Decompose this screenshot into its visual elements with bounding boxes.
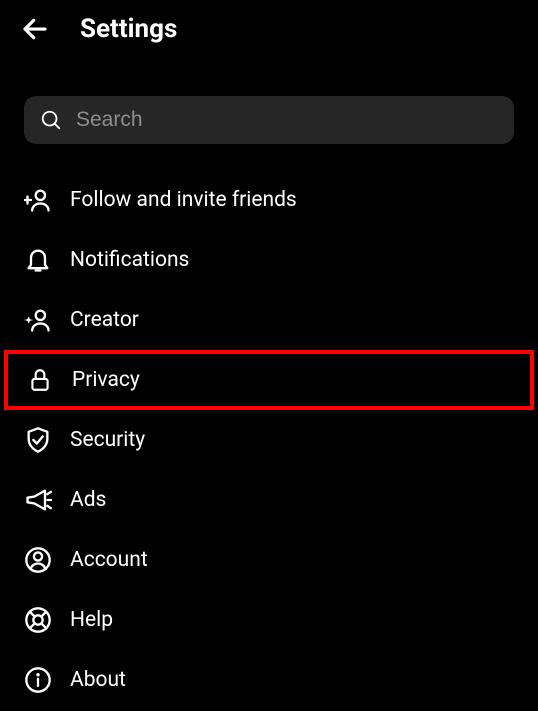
menu-label: Account (70, 548, 148, 572)
help-icon (24, 606, 52, 634)
menu-item-security[interactable]: Security (0, 410, 538, 470)
invite-friends-icon (24, 186, 52, 214)
menu-label: About (70, 668, 126, 692)
menu-label: Notifications (70, 248, 189, 272)
search-box[interactable] (24, 96, 514, 144)
creator-icon (24, 306, 52, 334)
search-icon (40, 109, 62, 131)
menu-label: Privacy (72, 368, 140, 392)
arrow-left-icon (20, 14, 50, 44)
megaphone-icon (24, 486, 52, 514)
bell-icon (24, 246, 52, 274)
menu-item-privacy[interactable]: Privacy (4, 350, 534, 410)
account-icon (24, 546, 52, 574)
menu-item-creator[interactable]: Creator (0, 290, 538, 350)
menu-item-help[interactable]: Help (0, 590, 538, 650)
info-icon (24, 666, 52, 694)
back-button[interactable] (20, 14, 50, 44)
menu-item-ads[interactable]: Ads (0, 470, 538, 530)
menu-label: Creator (70, 308, 139, 332)
menu-item-notifications[interactable]: Notifications (0, 230, 538, 290)
page-title: Settings (80, 14, 177, 44)
menu-item-follow-invite[interactable]: Follow and invite friends (0, 170, 538, 230)
settings-menu: Follow and invite friends Notifications … (0, 170, 538, 710)
shield-icon (24, 426, 52, 454)
menu-label: Help (70, 608, 113, 632)
header: Settings (0, 0, 538, 58)
menu-item-about[interactable]: About (0, 650, 538, 710)
search-container (24, 96, 514, 144)
lock-icon (26, 366, 54, 394)
menu-label: Ads (70, 488, 106, 512)
menu-label: Follow and invite friends (70, 188, 297, 212)
menu-item-account[interactable]: Account (0, 530, 538, 590)
search-input[interactable] (76, 108, 498, 132)
menu-label: Security (70, 428, 145, 452)
